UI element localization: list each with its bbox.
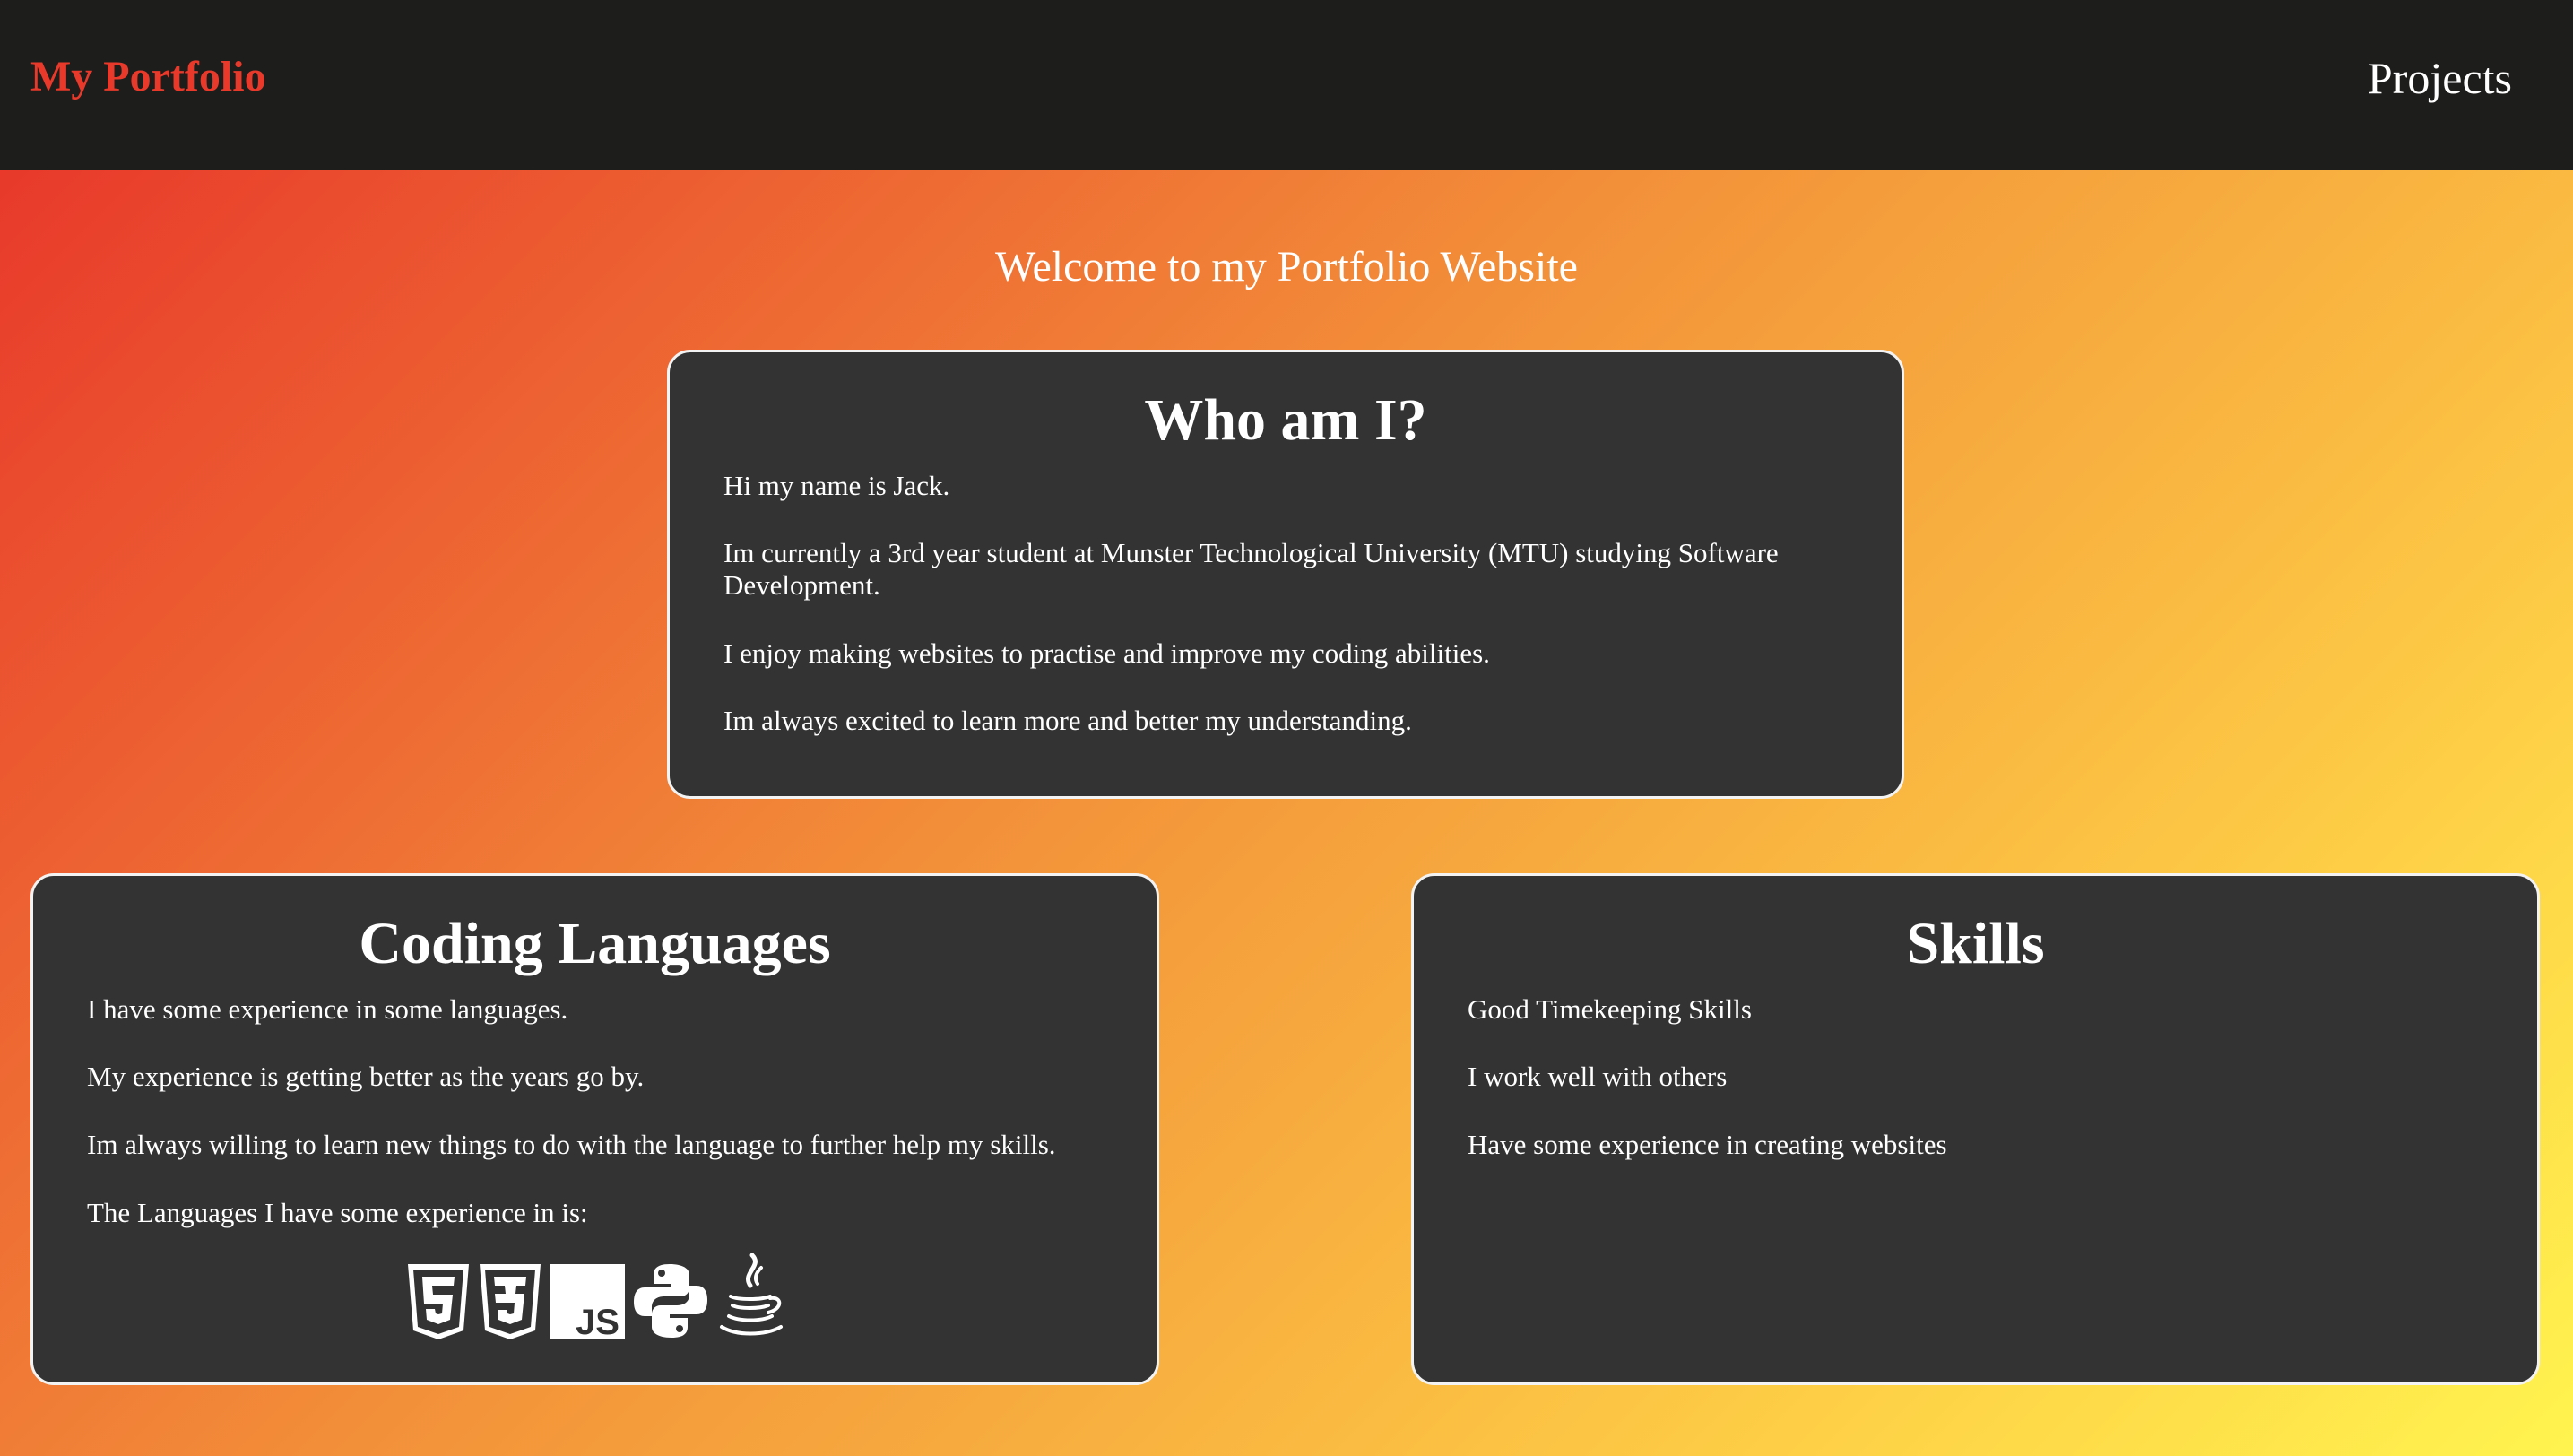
who-am-i-title: Who am I?	[1144, 387, 1427, 453]
welcome-heading: Welcome to my Portfolio Website	[995, 243, 1578, 290]
who-paragraph: I enjoy making websites to practise and …	[723, 637, 1490, 669]
coding-paragraph: Im always willing to learn new things to…	[87, 1128, 1056, 1160]
language-icons: JS	[87, 1253, 1103, 1340]
who-paragraph: Im currently a 3rd year student at Munst…	[723, 537, 1779, 601]
skills-item: Good Timekeeping Skills	[1468, 992, 1752, 1025]
coding-languages-title: Coding Languages	[359, 911, 831, 976]
who-am-i-card: Who am I? Hi my name is Jack. Im current…	[667, 350, 1904, 799]
coding-paragraph: My experience is getting better as the y…	[87, 1061, 645, 1093]
svg-text:JS: JS	[576, 1303, 619, 1339]
python-icon	[633, 1264, 707, 1339]
skills-item: Have some experience in creating website…	[1468, 1128, 1947, 1160]
coding-paragraph: The Languages I have some experience in …	[87, 1196, 588, 1228]
skills-item: I work well with others	[1468, 1061, 1728, 1093]
navbar: My Portfolio Projects	[0, 0, 2573, 170]
coding-languages-card: Coding Languages I have some experience …	[30, 873, 1159, 1385]
java-icon	[719, 1253, 783, 1336]
skills-title: Skills	[1906, 911, 2045, 976]
css3-icon	[479, 1264, 541, 1340]
javascript-icon: JS	[549, 1264, 625, 1340]
who-paragraph: Im always excited to learn more and bett…	[723, 705, 1412, 737]
main-content: Welcome to my Portfolio Website Who am I…	[0, 170, 2573, 1456]
html5-icon	[407, 1264, 469, 1340]
coding-paragraph: I have some experience in some languages…	[87, 992, 568, 1025]
projects-nav-link[interactable]: Projects	[2368, 52, 2512, 104]
who-paragraph: Hi my name is Jack.	[723, 469, 950, 501]
skills-card: Skills Good Timekeeping Skills I work we…	[1411, 873, 2540, 1385]
brand-link[interactable]: My Portfolio	[30, 52, 266, 101]
